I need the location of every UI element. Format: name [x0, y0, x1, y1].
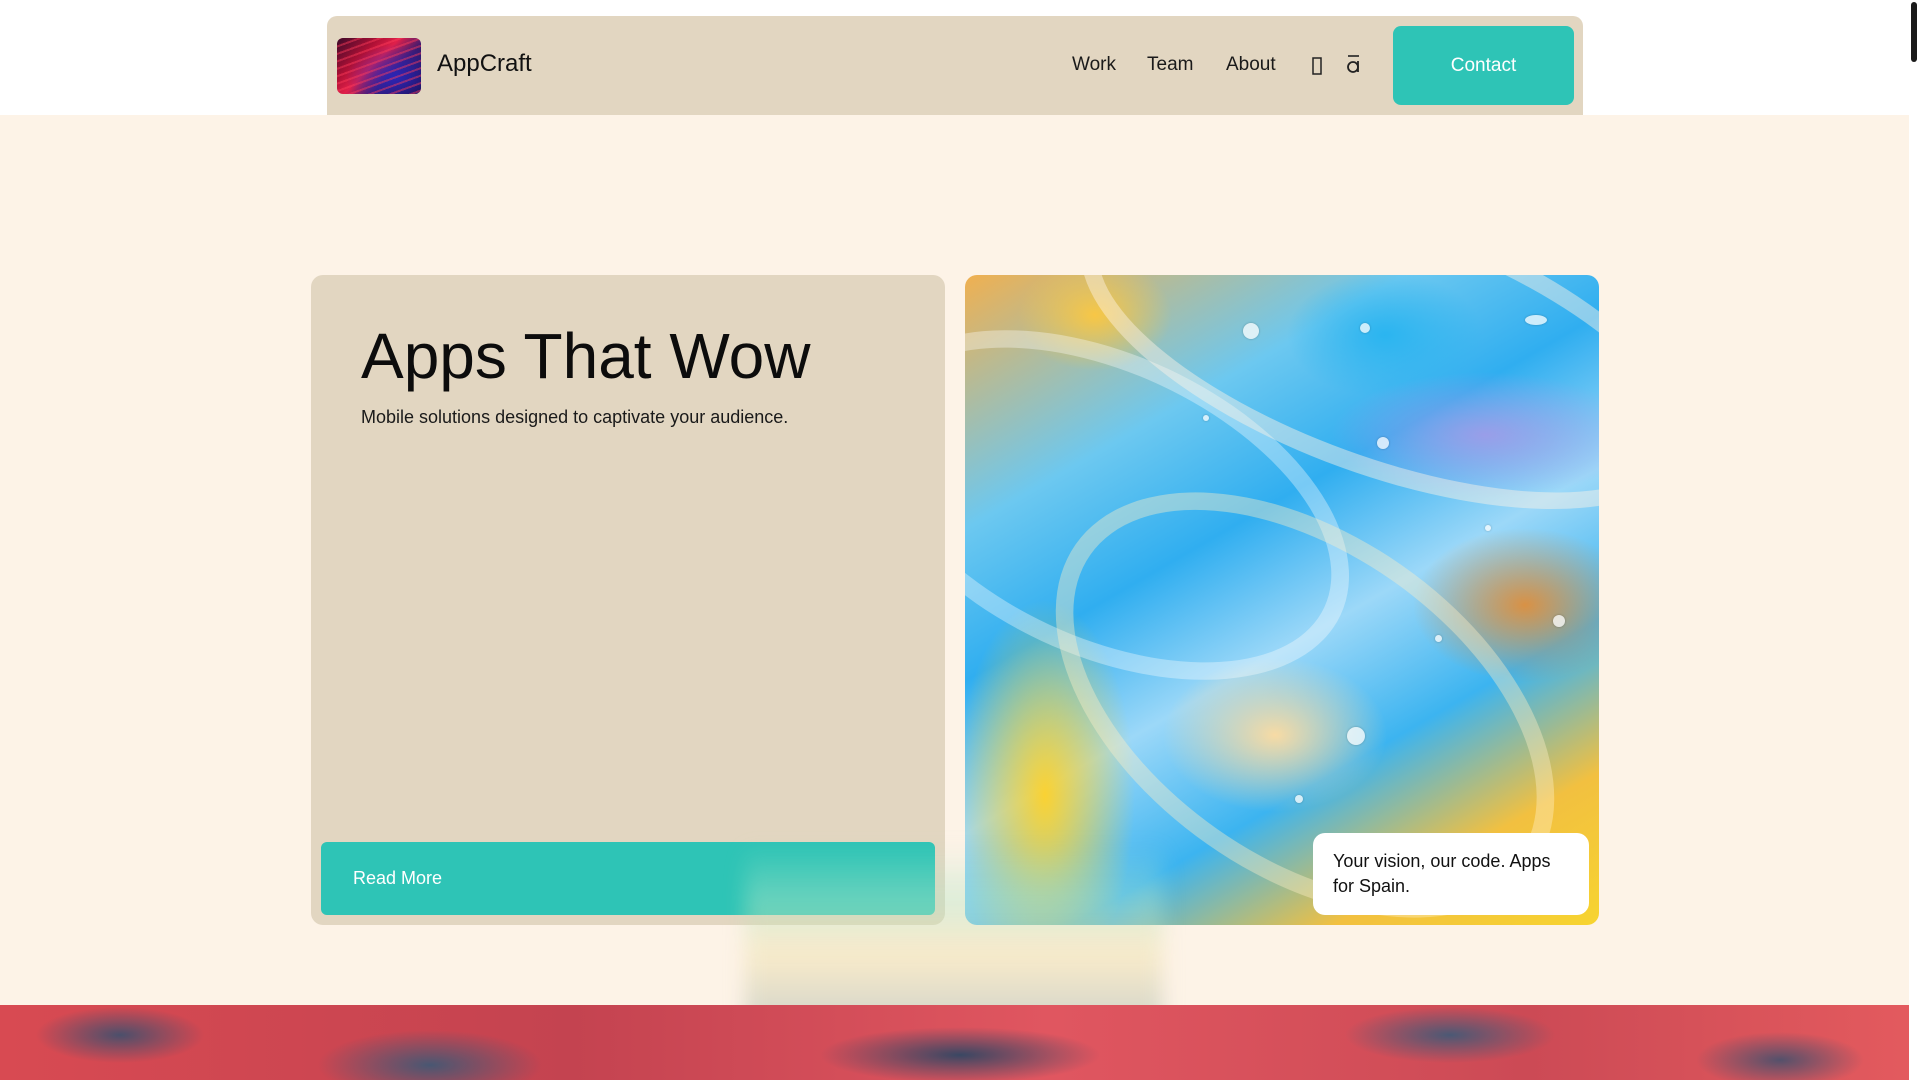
hero-image-card: Your vision, our code. Apps for Spain.: [965, 275, 1599, 925]
image-bubble: [1347, 727, 1365, 745]
image-bubble: [1525, 315, 1547, 325]
image-caption: Your vision, our code. Apps for Spain.: [1313, 833, 1589, 915]
contact-button[interactable]: Contact: [1393, 26, 1574, 105]
nav-link-team[interactable]: Team: [1147, 54, 1193, 76]
glyph-icon[interactable]: [1312, 56, 1322, 76]
image-bubble: [1360, 323, 1370, 333]
image-bubble: [1203, 415, 1209, 421]
blur-overlay: [745, 845, 1163, 1030]
page: AppCraft Work Team About Contact Apps Th…: [0, 0, 1920, 1080]
footer-marble-background: [0, 1005, 1909, 1080]
hero-text-card: Apps That Wow Mobile solutions designed …: [311, 275, 945, 925]
image-bubble: [1377, 437, 1389, 449]
nav-link-about[interactable]: About: [1226, 54, 1276, 76]
alpha-icon[interactable]: [1346, 52, 1362, 76]
logo-image[interactable]: [337, 38, 421, 94]
hero-subtitle: Mobile solutions designed to captivate y…: [361, 407, 789, 427]
brand-name[interactable]: AppCraft: [437, 50, 532, 78]
image-bubble: [1295, 795, 1303, 803]
image-bubble: [1485, 525, 1491, 531]
nav-link-work[interactable]: Work: [1072, 54, 1116, 76]
image-bubble: [1243, 323, 1259, 339]
hero-title: Apps That Wow: [361, 320, 811, 392]
navbar: AppCraft Work Team About Contact: [327, 16, 1583, 115]
scrollbar-thumb[interactable]: [1911, 2, 1917, 62]
page-scrollbar[interactable]: [1909, 0, 1920, 1080]
image-bubble: [1435, 635, 1442, 642]
image-bubble: [1553, 615, 1565, 627]
